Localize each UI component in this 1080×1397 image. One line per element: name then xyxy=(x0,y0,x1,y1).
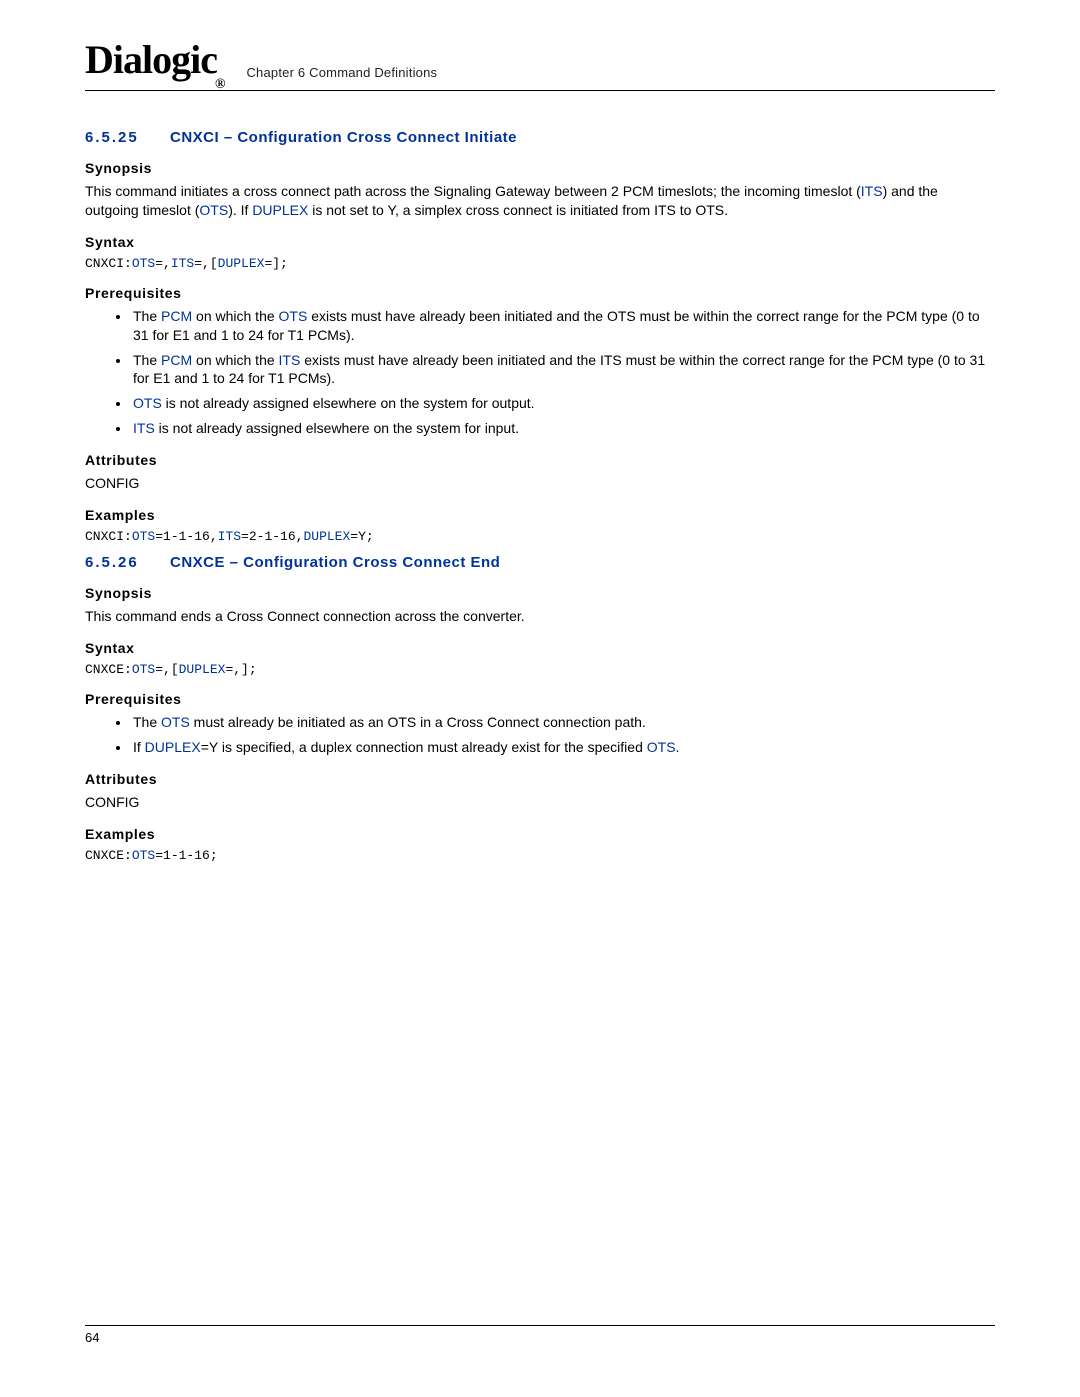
text: must already be initiated as an OTS in a… xyxy=(190,714,646,730)
code-text: =Y; xyxy=(350,529,373,544)
attributes-label: Attributes xyxy=(85,771,995,787)
link-duplex[interactable]: DUPLEX xyxy=(145,739,201,755)
link-ots[interactable]: OTS xyxy=(161,714,190,730)
link-its[interactable]: ITS xyxy=(861,183,883,199)
synopsis-text: This command initiates a cross connect p… xyxy=(85,182,995,220)
link-ots[interactable]: OTS xyxy=(279,308,308,324)
code-text: =]; xyxy=(264,256,287,271)
section-heading-cnxce: 6.5.26CNXCE – Configuration Cross Connec… xyxy=(85,554,995,571)
list-item: ITS is not already assigned elsewhere on… xyxy=(131,419,995,438)
examples-label: Examples xyxy=(85,826,995,842)
text: =Y is specified, a duplex connection mus… xyxy=(201,739,647,755)
code-text: =,[ xyxy=(155,662,178,677)
synopsis-text: This command ends a Cross Connect connec… xyxy=(85,607,995,626)
link-duplex[interactable]: DUPLEX xyxy=(179,662,226,677)
code-text: =, xyxy=(155,256,171,271)
page-footer: 64 xyxy=(85,1325,995,1345)
text: is not already assigned elsewhere on the… xyxy=(162,395,535,411)
section-number: 6.5.25 xyxy=(85,129,170,146)
page-header: Dialogic® Chapter 6 Command Definitions xyxy=(85,40,995,91)
code-text: =1-1-16; xyxy=(155,848,217,863)
syntax-label: Syntax xyxy=(85,234,995,250)
code-text: =,]; xyxy=(225,662,256,677)
text: is not already assigned elsewhere on the… xyxy=(155,420,519,436)
document-page: Dialogic® Chapter 6 Command Definitions … xyxy=(0,0,1080,863)
chapter-label: Chapter 6 Command Definitions xyxy=(246,65,437,86)
text: The xyxy=(133,714,161,730)
link-pcm[interactable]: PCM xyxy=(161,352,192,368)
code-text: =2-1-16, xyxy=(241,529,303,544)
attributes-text: CONFIG xyxy=(85,793,995,812)
list-item: The OTS must already be initiated as an … xyxy=(131,713,995,732)
text: on which the xyxy=(192,308,278,324)
link-its[interactable]: ITS xyxy=(218,529,241,544)
syntax-code: CNXCE:OTS=,[DUPLEX=,]; xyxy=(85,662,995,677)
code-text: CNXCE: xyxy=(85,848,132,863)
section-number: 6.5.26 xyxy=(85,554,170,571)
prereq-label: Prerequisites xyxy=(85,691,995,707)
examples-label: Examples xyxy=(85,507,995,523)
text: ). If xyxy=(228,202,252,218)
text: The xyxy=(133,308,161,324)
link-ots[interactable]: OTS xyxy=(132,662,155,677)
synopsis-label: Synopsis xyxy=(85,585,995,601)
link-ots[interactable]: OTS xyxy=(199,202,228,218)
code-text: =1-1-16, xyxy=(155,529,217,544)
examples-code: CNXCE:OTS=1-1-16; xyxy=(85,848,995,863)
list-item: OTS is not already assigned elsewhere on… xyxy=(131,394,995,413)
list-item: If DUPLEX=Y is specified, a duplex conne… xyxy=(131,738,995,757)
logo-text: Dialogic xyxy=(85,37,217,82)
link-duplex[interactable]: DUPLEX xyxy=(252,202,308,218)
prereq-list: The OTS must already be initiated as an … xyxy=(85,713,995,757)
link-ots[interactable]: OTS xyxy=(132,529,155,544)
attributes-label: Attributes xyxy=(85,452,995,468)
code-text: =,[ xyxy=(194,256,217,271)
attributes-text: CONFIG xyxy=(85,474,995,493)
page-number: 64 xyxy=(85,1330,99,1345)
prereq-label: Prerequisites xyxy=(85,285,995,301)
list-item: The PCM on which the OTS exists must hav… xyxy=(131,307,995,345)
code-text: CNXCI: xyxy=(85,529,132,544)
link-duplex[interactable]: DUPLEX xyxy=(303,529,350,544)
examples-code: CNXCI:OTS=1-1-16,ITS=2-1-16,DUPLEX=Y; xyxy=(85,529,995,544)
link-its[interactable]: ITS xyxy=(133,420,155,436)
link-its[interactable]: ITS xyxy=(279,352,301,368)
link-ots[interactable]: OTS xyxy=(132,848,155,863)
section-title-text: CNXCI – Configuration Cross Connect Init… xyxy=(170,129,517,146)
link-ots[interactable]: OTS xyxy=(133,395,162,411)
syntax-label: Syntax xyxy=(85,640,995,656)
code-text: CNXCE: xyxy=(85,662,132,677)
link-pcm[interactable]: PCM xyxy=(161,308,192,324)
synopsis-label: Synopsis xyxy=(85,160,995,176)
prereq-list: The PCM on which the OTS exists must hav… xyxy=(85,307,995,438)
section-heading-cnxci: 6.5.25CNXCI – Configuration Cross Connec… xyxy=(85,129,995,146)
link-duplex[interactable]: DUPLEX xyxy=(218,256,265,271)
syntax-code: CNXCI:OTS=,ITS=,[DUPLEX=]; xyxy=(85,256,995,271)
brand-logo: Dialogic® xyxy=(85,40,226,86)
text: is not set to Y, a simplex cross connect… xyxy=(308,202,728,218)
text: . xyxy=(676,739,680,755)
text: The xyxy=(133,352,161,368)
text: on which the xyxy=(192,352,278,368)
link-ots[interactable]: OTS xyxy=(647,739,676,755)
list-item: The PCM on which the ITS exists must hav… xyxy=(131,351,995,389)
link-ots[interactable]: OTS xyxy=(132,256,155,271)
link-its[interactable]: ITS xyxy=(171,256,194,271)
code-text: CNXCI: xyxy=(85,256,132,271)
section-title-text: CNXCE – Configuration Cross Connect End xyxy=(170,554,500,571)
text: This command initiates a cross connect p… xyxy=(85,183,861,199)
registered-mark: ® xyxy=(215,77,224,92)
text: If xyxy=(133,739,145,755)
